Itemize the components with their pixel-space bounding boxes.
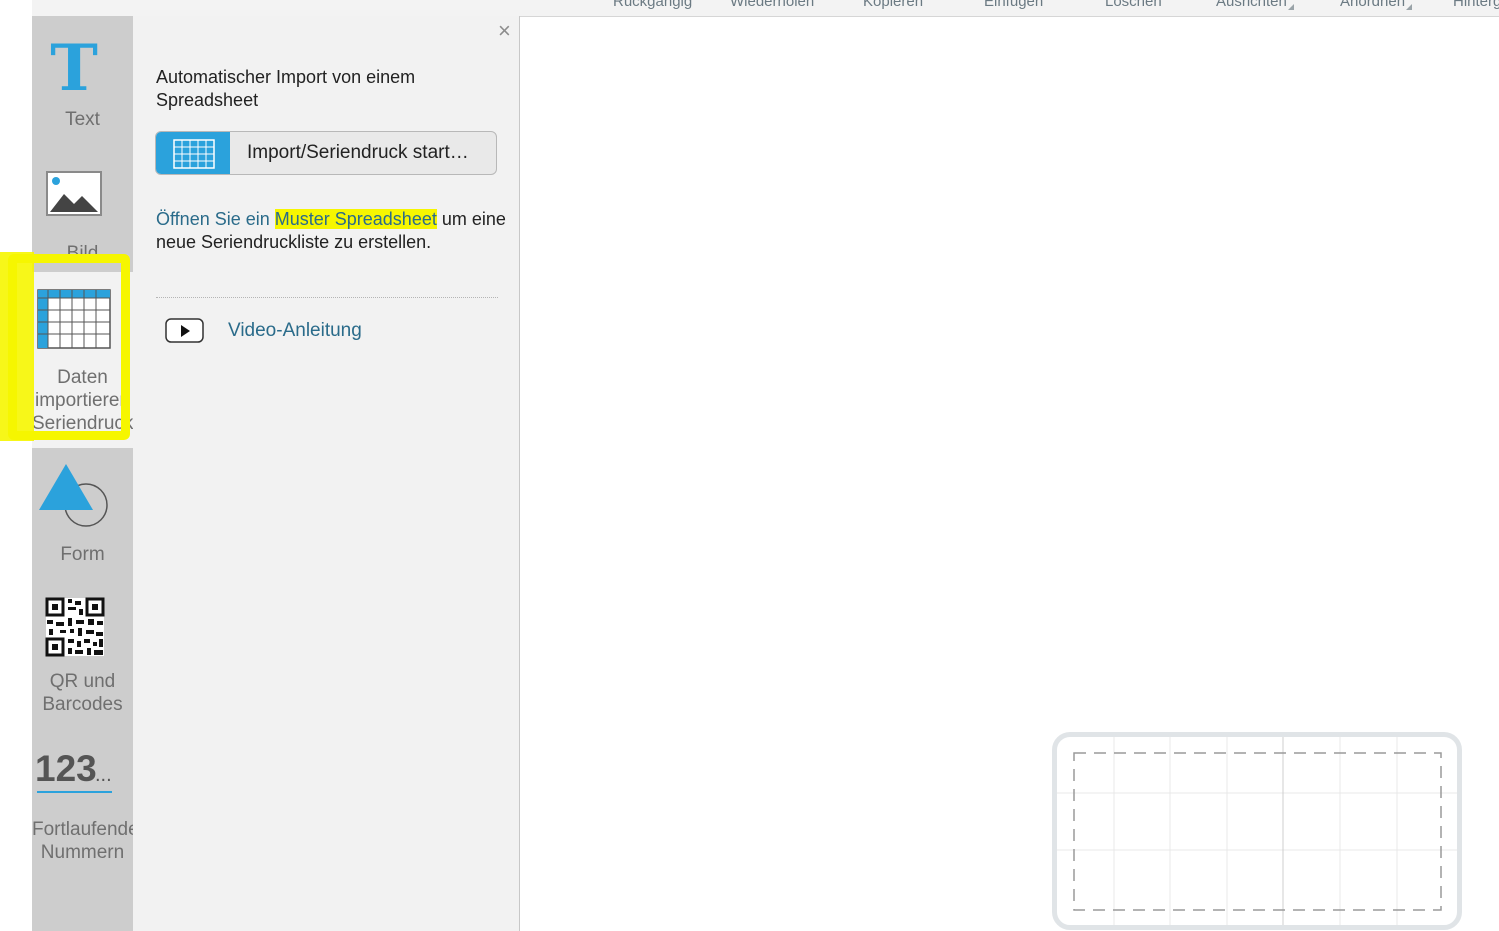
- spreadsheet-icon-box: [156, 132, 230, 174]
- start-import-button[interactable]: Import/Seriendruck start…: [155, 131, 497, 175]
- dropdown-caret-icon: [1406, 4, 1413, 10]
- sample-link-text: Öffnen Sie ein: [156, 209, 275, 229]
- top-toolbar: Rückgängig Wiederholen Kopieren Einfügen…: [32, 0, 1499, 17]
- copy-button[interactable]: Kopieren: [863, 0, 923, 10]
- video-tutorial-label: Video-Anleitung: [228, 320, 362, 341]
- svg-text:T: T: [50, 31, 98, 102]
- sidebar-item-text[interactable]: T Text: [32, 16, 133, 140]
- paste-button[interactable]: Einfügen: [984, 0, 1043, 10]
- sidebar-item-shape[interactable]: Form: [32, 456, 133, 566]
- sample-spreadsheet-link[interactable]: Öffnen Sie ein Muster Spreadsheet: [156, 209, 437, 229]
- sidebar-item-image[interactable]: Bild: [32, 164, 133, 268]
- align-button[interactable]: Ausrichten: [1216, 0, 1294, 10]
- align-label: Ausrichten: [1216, 0, 1287, 10]
- sidebar-item-numbering[interactable]: 123 ... Fortlaufende Nummern: [32, 744, 133, 874]
- sample-link-highlight: Muster Spreadsheet: [274, 209, 437, 229]
- shape-icon: [39, 464, 108, 527]
- highlight-frame: [8, 254, 130, 440]
- numbering-icon: 123 ...: [32, 744, 133, 806]
- close-icon[interactable]: ×: [498, 20, 511, 42]
- start-import-label: Import/Seriendruck start…: [247, 142, 469, 163]
- page-minimap[interactable]: [1052, 732, 1462, 930]
- sidebar-item-label-line: Fortlaufende: [32, 819, 133, 840]
- numbering-icon-ellipsis: ...: [95, 764, 112, 786]
- left-edge: [0, 0, 32, 931]
- sidebar-item-label-line: QR und: [49, 671, 116, 692]
- image-icon: [46, 171, 102, 216]
- delete-button[interactable]: Löschen: [1105, 0, 1162, 10]
- qr-code-icon: [45, 597, 105, 657]
- background-button[interactable]: Hintergr: [1453, 0, 1499, 10]
- dropdown-caret-icon: [1287, 4, 1294, 10]
- divider: [156, 297, 498, 298]
- sidebar-item-label: Text: [65, 109, 100, 130]
- tool-sidebar: T Text Bild Daten importieren Seriendruc: [32, 16, 133, 931]
- play-icon: [165, 318, 204, 343]
- arrange-label: Anordnen: [1340, 0, 1406, 10]
- arrange-button[interactable]: Anordnen: [1340, 0, 1413, 10]
- import-panel: × Automatischer Import von einem Spreads…: [133, 16, 520, 931]
- import-heading: Automatischer Import von einem Spreadshe…: [156, 67, 416, 110]
- sidebar-item-label-line: Barcodes: [42, 694, 123, 715]
- spreadsheet-icon: [173, 139, 215, 169]
- sidebar-item-qr-barcodes[interactable]: QR und Barcodes: [32, 592, 133, 722]
- numbering-icon-digits: 123: [35, 748, 97, 789]
- undo-button[interactable]: Rückgängig: [613, 0, 692, 10]
- sample-spreadsheet-help: Öffnen Sie ein Muster Spreadsheet um ein…: [156, 208, 506, 254]
- minimap-page-preview: [1057, 737, 1457, 925]
- video-tutorial-link[interactable]: Video-Anleitung: [165, 318, 425, 344]
- text-icon: T: [50, 31, 98, 106]
- sidebar-item-label: Form: [60, 544, 105, 565]
- redo-button[interactable]: Wiederholen: [730, 0, 814, 10]
- sidebar-item-label-line: Nummern: [40, 842, 125, 863]
